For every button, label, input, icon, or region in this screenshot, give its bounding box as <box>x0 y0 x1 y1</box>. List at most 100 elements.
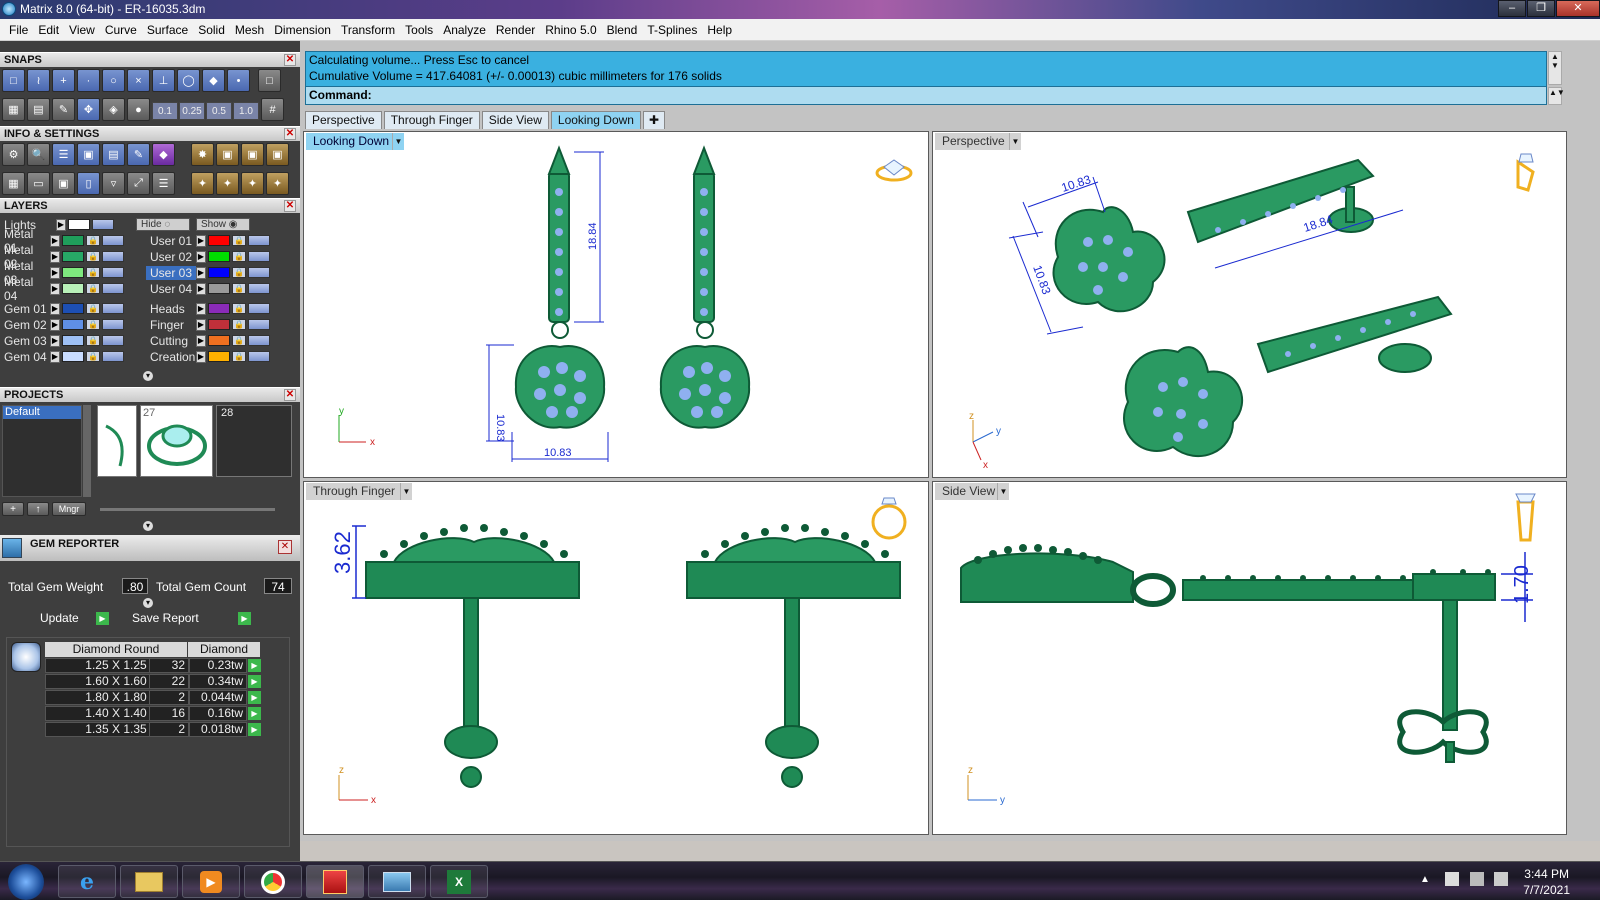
layer-lock-icon[interactable]: 🔒 <box>86 235 100 246</box>
snap-tan-icon[interactable]: ◯ <box>177 69 200 92</box>
gem-row-arrow-icon[interactable]: ▶ <box>248 659 261 672</box>
filter-icon[interactable]: ▿ <box>102 172 125 195</box>
gem-row-arrow-icon[interactable]: ▶ <box>248 675 261 688</box>
layer-lock-icon[interactable]: 🔒 <box>86 251 100 262</box>
close-layers-icon[interactable]: ✕ <box>284 200 296 212</box>
hide-button[interactable]: Hide ◌ <box>136 218 190 231</box>
snap-perp-icon[interactable]: ⊥ <box>152 69 175 92</box>
zoom-icon[interactable]: 🔍 <box>27 143 50 166</box>
layer-lock-icon[interactable]: 🔒 <box>86 267 100 278</box>
update-button[interactable]: Update ▶ <box>40 611 110 627</box>
layer-arrow-icon[interactable]: ▶ <box>196 266 206 279</box>
project-scrollbar[interactable] <box>83 405 91 497</box>
menu-analyze[interactable]: Analyze <box>438 23 491 37</box>
menu-render[interactable]: Render <box>491 23 540 37</box>
ie-icon[interactable]: e <box>58 865 116 898</box>
layer-color-swatch[interactable] <box>208 267 230 278</box>
settings-icon[interactable]: ⚙ <box>2 143 25 166</box>
lights-arrow-icon[interactable]: ▶ <box>56 218 66 231</box>
tool-b-icon[interactable]: ✦ <box>216 172 239 195</box>
project-thumb-2[interactable]: 27 <box>140 405 213 477</box>
left-layer-row[interactable]: Gem 03 ▶ 🔒 <box>0 333 124 348</box>
tab-looking-down[interactable]: Looking Down <box>550 111 641 129</box>
document-icon[interactable]: ▤ <box>102 143 125 166</box>
layer-visibility-toggle[interactable] <box>102 283 124 294</box>
tab-perspective[interactable]: Perspective <box>305 111 382 129</box>
menu-dimension[interactable]: Dimension <box>269 23 336 37</box>
lights-swatch[interactable] <box>68 219 90 230</box>
layer-lock-icon[interactable]: 🔒 <box>86 351 100 362</box>
gem-row-arrow-icon[interactable]: ▶ <box>248 691 261 704</box>
layer-arrow-icon[interactable]: ▶ <box>50 334 60 347</box>
layer-arrow-icon[interactable]: ▶ <box>196 250 206 263</box>
tool-d-icon[interactable]: ✦ <box>266 172 289 195</box>
layer-lock-icon[interactable]: 🔒 <box>232 303 246 314</box>
box-icon[interactable]: ▣ <box>77 143 100 166</box>
layer-color-swatch[interactable] <box>208 251 230 262</box>
layer-color-swatch[interactable] <box>62 319 84 330</box>
layer-arrow-icon[interactable]: ▶ <box>50 250 60 263</box>
layer-color-swatch[interactable] <box>208 351 230 362</box>
collapse-layers-icon[interactable]: ▾ <box>143 371 153 381</box>
layer-stack-icon[interactable]: ☰ <box>52 143 75 166</box>
menu-tsplines[interactable]: T-Splines <box>642 23 702 37</box>
layer-visibility-toggle[interactable] <box>102 351 124 362</box>
close-info-icon[interactable]: ✕ <box>284 128 296 140</box>
menu-edit[interactable]: Edit <box>33 23 64 37</box>
layer-lock-icon[interactable]: 🔒 <box>232 283 246 294</box>
gem-row-arrow-icon[interactable]: ▶ <box>248 723 261 736</box>
menu-transform[interactable]: Transform <box>336 23 400 37</box>
snap-knot-icon[interactable]: • <box>227 69 250 92</box>
layer-arrow-icon[interactable]: ▶ <box>196 282 206 295</box>
gem-row-arrow-icon[interactable]: ▶ <box>248 707 261 720</box>
close-gem-reporter-icon[interactable]: ✕ <box>278 540 292 554</box>
left-layer-row[interactable]: Metal 04 ▶ 🔒 <box>0 275 124 303</box>
layer-color-swatch[interactable] <box>208 303 230 314</box>
layer-lock-icon[interactable]: 🔒 <box>232 351 246 362</box>
project-thumb-3[interactable]: 28 <box>216 405 292 477</box>
right-layer-row[interactable]: User 01 ▶ 🔒 <box>146 233 270 248</box>
matrix-app-icon[interactable] <box>306 865 364 898</box>
layer-arrow-icon[interactable]: ▶ <box>50 234 60 247</box>
tab-through-finger[interactable]: Through Finger <box>383 111 480 129</box>
layer-arrow-icon[interactable]: ▶ <box>196 234 206 247</box>
layer-color-swatch[interactable] <box>208 335 230 346</box>
command-scrollbar[interactable]: ▲ ▼ <box>1548 51 1562 85</box>
command-input[interactable]: Command: <box>306 86 1546 104</box>
pen-icon[interactable]: ✎ <box>52 98 75 121</box>
tray-arrow-icon[interactable]: ▲ <box>1420 874 1430 885</box>
viewport-side-view[interactable]: Side View ▼ 1.70 z y <box>932 481 1567 835</box>
clock[interactable]: 3:44 PM 7/7/2021 <box>1523 866 1570 898</box>
volume-icon[interactable] <box>1494 872 1508 886</box>
menu-mesh[interactable]: Mesh <box>230 23 269 37</box>
layer-color-swatch[interactable] <box>62 235 84 246</box>
layer-visibility-toggle[interactable] <box>248 251 270 262</box>
collapse-totals-icon[interactable]: ▾ <box>143 598 153 608</box>
scale-icon[interactable]: ⤢ <box>127 172 150 195</box>
left-layer-row[interactable]: Gem 04 ▶ 🔒 <box>0 349 124 364</box>
snap-quad-icon[interactable]: ◆ <box>202 69 225 92</box>
layer-lock-icon[interactable]: 🔒 <box>232 335 246 346</box>
right-layer-row[interactable]: Finger ▶ 🔒 <box>146 317 270 332</box>
menu-file[interactable]: File <box>4 23 33 37</box>
planar-icon[interactable]: ✥ <box>77 98 100 121</box>
menu-surface[interactable]: Surface <box>142 23 193 37</box>
thumb-size-slider[interactable] <box>100 508 275 511</box>
command-input-scroll[interactable]: ▲▼ <box>1548 87 1565 105</box>
layer-lock-icon[interactable]: 🔒 <box>232 235 246 246</box>
record-icon[interactable]: ● <box>127 98 150 121</box>
layer-visibility-toggle[interactable] <box>102 303 124 314</box>
menu-help[interactable]: Help <box>702 23 737 37</box>
edit-icon[interactable]: ✎ <box>127 143 150 166</box>
layer-lock-icon[interactable]: 🔒 <box>86 335 100 346</box>
snap-mid-icon[interactable]: · <box>77 69 100 92</box>
left-layer-row[interactable]: Gem 01 ▶ 🔒 <box>0 301 124 316</box>
right-layer-row[interactable]: User 03 ▶ 🔒 <box>146 265 270 280</box>
layer-visibility-toggle[interactable] <box>248 283 270 294</box>
viewport-looking-down[interactable]: Looking Down ▼ 18.84 10.83 10.83 y x <box>303 131 929 478</box>
photo-viewer-icon[interactable] <box>368 865 426 898</box>
gem-icon[interactable]: ◆ <box>152 143 175 166</box>
menu-tools[interactable]: Tools <box>400 23 438 37</box>
start-button[interactable] <box>8 864 44 900</box>
chrome-icon[interactable] <box>244 865 302 898</box>
